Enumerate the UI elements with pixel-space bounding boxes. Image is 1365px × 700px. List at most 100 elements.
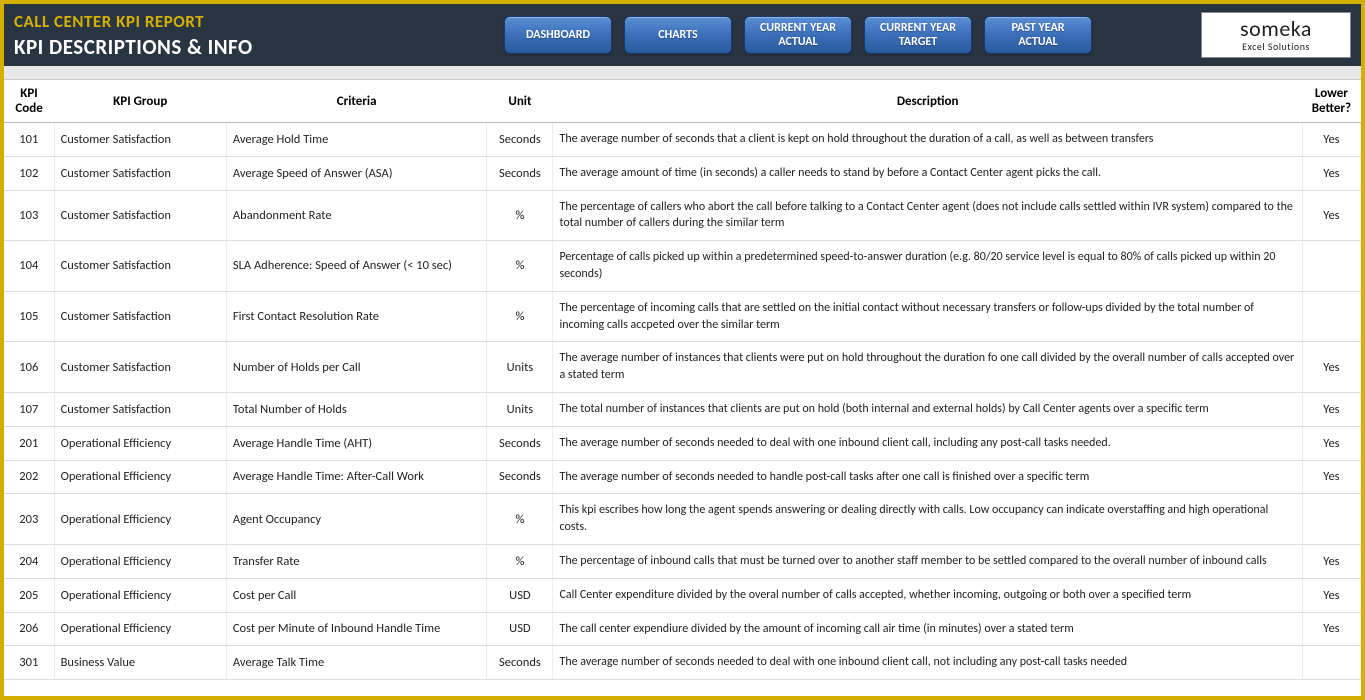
- cell-group: Customer Satisfaction: [54, 342, 226, 393]
- cell-code: 101: [4, 123, 54, 157]
- table-row: 101Customer SatisfactionAverage Hold Tim…: [4, 123, 1361, 157]
- cell-unit: Seconds: [487, 460, 553, 494]
- cell-group: Customer Satisfaction: [54, 156, 226, 190]
- table-row: 205Operational EfficiencyCost per CallUS…: [4, 578, 1361, 612]
- nav-current-year-target-button[interactable]: CURRENT YEAR TARGET: [864, 16, 972, 54]
- logo-main-text: someka: [1240, 18, 1312, 40]
- th-desc: Description: [553, 80, 1302, 123]
- th-criteria: Criteria: [226, 80, 486, 123]
- cell-group: Operational Efficiency: [54, 544, 226, 578]
- cell-criteria: First Contact Resolution Rate: [226, 291, 486, 342]
- cell-unit: Seconds: [487, 156, 553, 190]
- cell-group: Customer Satisfaction: [54, 241, 226, 292]
- cell-code: 107: [4, 392, 54, 426]
- cell-desc: The percentage of callers who abort the …: [553, 190, 1302, 241]
- table-row: 104Customer SatisfactionSLA Adherence: S…: [4, 241, 1361, 292]
- cell-lower: Yes: [1302, 342, 1360, 393]
- cell-unit: %: [487, 544, 553, 578]
- cell-criteria: Average Speed of Answer (ASA): [226, 156, 486, 190]
- cell-unit: USD: [487, 612, 553, 646]
- cell-lower: [1302, 646, 1360, 680]
- cell-group: Operational Efficiency: [54, 612, 226, 646]
- report-subtitle: KPI DESCRIPTIONS & INFO: [14, 34, 304, 60]
- cell-group: Operational Efficiency: [54, 460, 226, 494]
- table-row: 204Operational EfficiencyTransfer Rate%T…: [4, 544, 1361, 578]
- report-title: CALL CENTER KPI REPORT: [14, 11, 304, 32]
- cell-unit: USD: [487, 578, 553, 612]
- cell-group: Customer Satisfaction: [54, 392, 226, 426]
- cell-desc: Call Center expenditure divided by the o…: [553, 578, 1302, 612]
- cell-unit: Units: [487, 342, 553, 393]
- table-row: 202Operational EfficiencyAverage Handle …: [4, 460, 1361, 494]
- cell-code: 204: [4, 544, 54, 578]
- table-row: 201Operational EfficiencyAverage Handle …: [4, 426, 1361, 460]
- cell-unit: Seconds: [487, 123, 553, 157]
- cell-lower: [1302, 291, 1360, 342]
- cell-lower: Yes: [1302, 578, 1360, 612]
- table-row: 107Customer SatisfactionTotal Number of …: [4, 392, 1361, 426]
- nav-dashboard-button[interactable]: DASHBOARD: [504, 16, 612, 54]
- cell-desc: The average number of seconds that a cli…: [553, 123, 1302, 157]
- cell-unit: Units: [487, 392, 553, 426]
- cell-lower: Yes: [1302, 612, 1360, 646]
- cell-desc: The total number of instances that clien…: [553, 392, 1302, 426]
- cell-desc: Percentage of calls picked up within a p…: [553, 241, 1302, 292]
- title-block: CALL CENTER KPI REPORT KPI DESCRIPTIONS …: [4, 4, 304, 66]
- table-header-row: KPI Code KPI Group Criteria Unit Descrip…: [4, 80, 1361, 123]
- cell-lower: [1302, 241, 1360, 292]
- cell-criteria: SLA Adherence: Speed of Answer (< 10 sec…: [226, 241, 486, 292]
- cell-desc: The average number of instances that cli…: [553, 342, 1302, 393]
- cell-criteria: Average Talk Time: [226, 646, 486, 680]
- cell-group: Business Value: [54, 646, 226, 680]
- cell-unit: %: [487, 494, 553, 545]
- cell-code: 203: [4, 494, 54, 545]
- table-row: 106Customer SatisfactionNumber of Holds …: [4, 342, 1361, 393]
- table-row: 301Business ValueAverage Talk TimeSecond…: [4, 646, 1361, 680]
- cell-code: 201: [4, 426, 54, 460]
- logo-sub-text: Excel Solutions: [1242, 40, 1310, 53]
- table-row: 105Customer SatisfactionFirst Contact Re…: [4, 291, 1361, 342]
- someka-logo: someka Excel Solutions: [1201, 12, 1351, 58]
- cell-group: Operational Efficiency: [54, 494, 226, 545]
- cell-code: 205: [4, 578, 54, 612]
- table-row: 203Operational EfficiencyAgent Occupancy…: [4, 494, 1361, 545]
- cell-code: 105: [4, 291, 54, 342]
- cell-unit: Seconds: [487, 426, 553, 460]
- cell-desc: The average amount of time (in seconds) …: [553, 156, 1302, 190]
- cell-unit: %: [487, 291, 553, 342]
- table-row: 102Customer SatisfactionAverage Speed of…: [4, 156, 1361, 190]
- table-row: 103Customer SatisfactionAbandonment Rate…: [4, 190, 1361, 241]
- cell-lower: Yes: [1302, 123, 1360, 157]
- cell-lower: Yes: [1302, 190, 1360, 241]
- cell-desc: The average number of seconds needed to …: [553, 646, 1302, 680]
- cell-criteria: Cost per Minute of Inbound Handle Time: [226, 612, 486, 646]
- cell-code: 103: [4, 190, 54, 241]
- cell-criteria: Total Number of Holds: [226, 392, 486, 426]
- cell-criteria: Average Hold Time: [226, 123, 486, 157]
- cell-code: 102: [4, 156, 54, 190]
- cell-lower: Yes: [1302, 426, 1360, 460]
- cell-desc: The percentage of inbound calls that mus…: [553, 544, 1302, 578]
- th-unit: Unit: [487, 80, 553, 123]
- cell-desc: The average number of seconds needed to …: [553, 426, 1302, 460]
- cell-lower: Yes: [1302, 156, 1360, 190]
- cell-code: 301: [4, 646, 54, 680]
- nav-past-year-actual-button[interactable]: PAST YEAR ACTUAL: [984, 16, 1092, 54]
- th-code: KPI Code: [4, 80, 54, 123]
- nav-current-year-actual-button[interactable]: CURRENT YEAR ACTUAL: [744, 16, 852, 54]
- cell-lower: [1302, 494, 1360, 545]
- nav-charts-button[interactable]: CHARTS: [624, 16, 732, 54]
- cell-desc: The percentage of incoming calls that ar…: [553, 291, 1302, 342]
- cell-group: Customer Satisfaction: [54, 291, 226, 342]
- cell-unit: %: [487, 190, 553, 241]
- cell-code: 106: [4, 342, 54, 393]
- header-separator: [4, 66, 1361, 80]
- cell-lower: Yes: [1302, 544, 1360, 578]
- cell-desc: This kpi escribes how long the agent spe…: [553, 494, 1302, 545]
- cell-code: 206: [4, 612, 54, 646]
- cell-group: Customer Satisfaction: [54, 190, 226, 241]
- cell-group: Operational Efficiency: [54, 578, 226, 612]
- cell-unit: Seconds: [487, 646, 553, 680]
- cell-code: 202: [4, 460, 54, 494]
- cell-group: Operational Efficiency: [54, 426, 226, 460]
